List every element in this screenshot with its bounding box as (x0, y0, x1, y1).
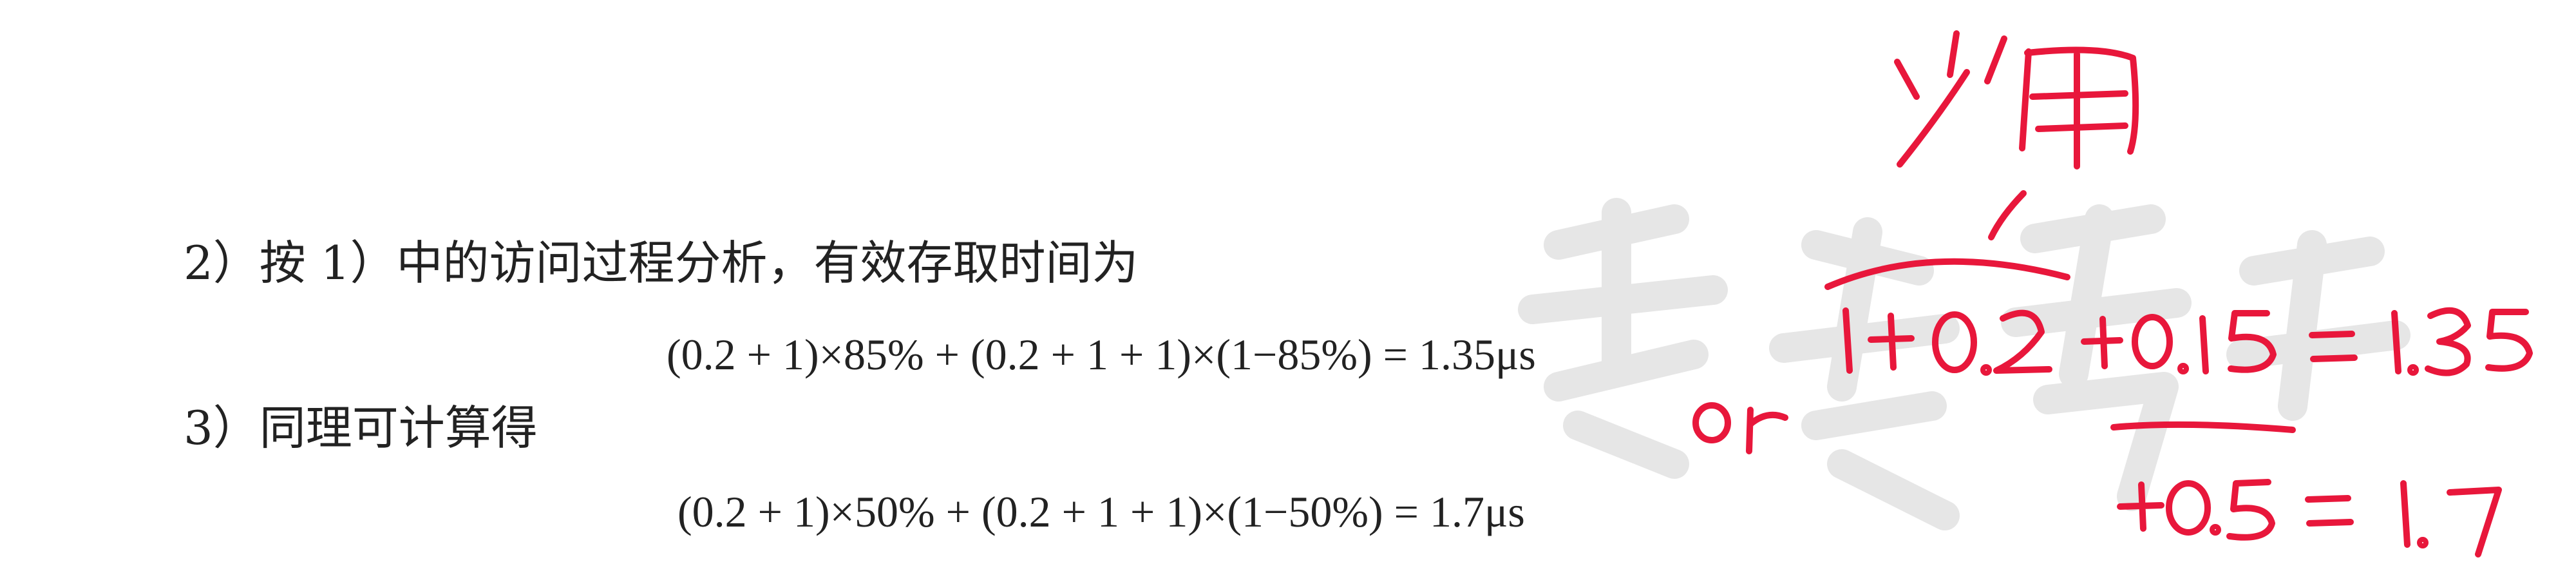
handwritten-equation-2 (2117, 479, 2502, 557)
handwritten-connector (1692, 402, 1788, 454)
formula-effective-access-time: (0.2 + 1)×85% + (0.2 + 1 + 1)×(1−85%) = … (667, 330, 1536, 379)
handwritten-equation-1 (1842, 307, 2533, 376)
paragraph-line-2: 2）按 1）中的访问过程分析，有效存取时间为 (184, 236, 1139, 290)
document-page: 2）按 1）中的访问过程分析，有效存取时间为 (0.2 + 1)×85% + (… (0, 0, 2576, 562)
handwritten-bracket (1824, 258, 2070, 290)
handwritten-heading (1894, 30, 2139, 170)
formula-computed-result: (0.2 + 1)×50% + (0.2 + 1 + 1)×(1−50%) = … (677, 487, 1525, 536)
watermark (1518, 198, 2410, 530)
heading-arrow (1988, 190, 2027, 240)
paragraph-line-3: 3）同理可计算得 (184, 401, 538, 455)
handwritten-underline (2110, 421, 2296, 433)
